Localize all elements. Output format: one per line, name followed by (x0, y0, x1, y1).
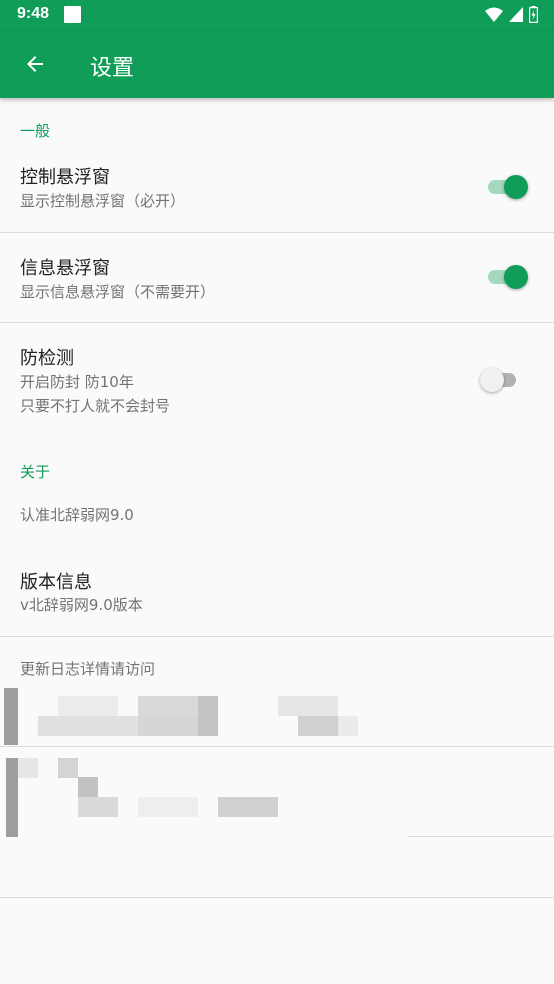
redacted-block (218, 797, 278, 817)
redacted-marker (4, 688, 18, 745)
switch-thumb (480, 368, 504, 392)
page-title: 设置 (90, 56, 135, 81)
redacted-block (278, 696, 338, 716)
setting-title: 版本信息 (20, 572, 92, 593)
setting-summary: 显示控制悬浮窗（必开） (20, 192, 186, 210)
setting-title: 防检测 (20, 348, 74, 369)
divider (0, 746, 554, 747)
anti-detection-switch[interactable] (480, 366, 522, 394)
section-header-general: 一般 (20, 122, 51, 140)
app-bar: 设置 (0, 32, 554, 98)
setting-summary-line2: 只要不打人就不会封号 (20, 397, 171, 415)
setting-summary: v北辞弱网9.0版本 (20, 596, 143, 614)
redacted-block (58, 758, 78, 778)
status-time: 9:48 (17, 5, 50, 22)
divider (0, 322, 554, 323)
redacted-block (138, 797, 198, 817)
redacted-block (338, 716, 358, 736)
control-overlay-switch[interactable] (486, 173, 528, 201)
divider (0, 897, 554, 898)
changelog-hint: 更新日志详情请访问 (20, 660, 156, 678)
redacted-block (78, 797, 118, 817)
redacted-block (18, 758, 38, 778)
wifi-icon (485, 7, 503, 22)
signal-icon (509, 7, 523, 22)
switch-thumb (504, 175, 528, 199)
divider (408, 836, 554, 837)
setting-summary: 显示信息悬浮窗（不需要开） (20, 283, 216, 301)
switch-thumb (504, 265, 528, 289)
divider (0, 636, 554, 637)
section-header-about: 关于 (20, 463, 51, 481)
about-slogan[interactable]: 认准北辞弱网9.0 (20, 503, 134, 527)
info-overlay-switch[interactable] (486, 263, 528, 291)
notification-icon (64, 6, 81, 23)
setting-title: 信息悬浮窗 (20, 258, 110, 279)
redacted-block (78, 777, 98, 797)
redacted-block (58, 696, 118, 716)
status-icons (485, 6, 538, 23)
redacted-marker (6, 758, 18, 837)
redacted-block (298, 716, 338, 736)
redacted-block (198, 696, 218, 736)
divider (0, 232, 554, 233)
redacted-block (138, 716, 198, 736)
battery-icon (529, 6, 538, 23)
redacted-block (38, 716, 138, 736)
status-bar: 9:48 (0, 0, 554, 32)
setting-title: 控制悬浮窗 (20, 167, 110, 188)
back-button[interactable] (12, 41, 58, 87)
arrow-back-icon (27, 56, 43, 72)
setting-summary-line1: 开启防封 防10年 (20, 373, 134, 391)
